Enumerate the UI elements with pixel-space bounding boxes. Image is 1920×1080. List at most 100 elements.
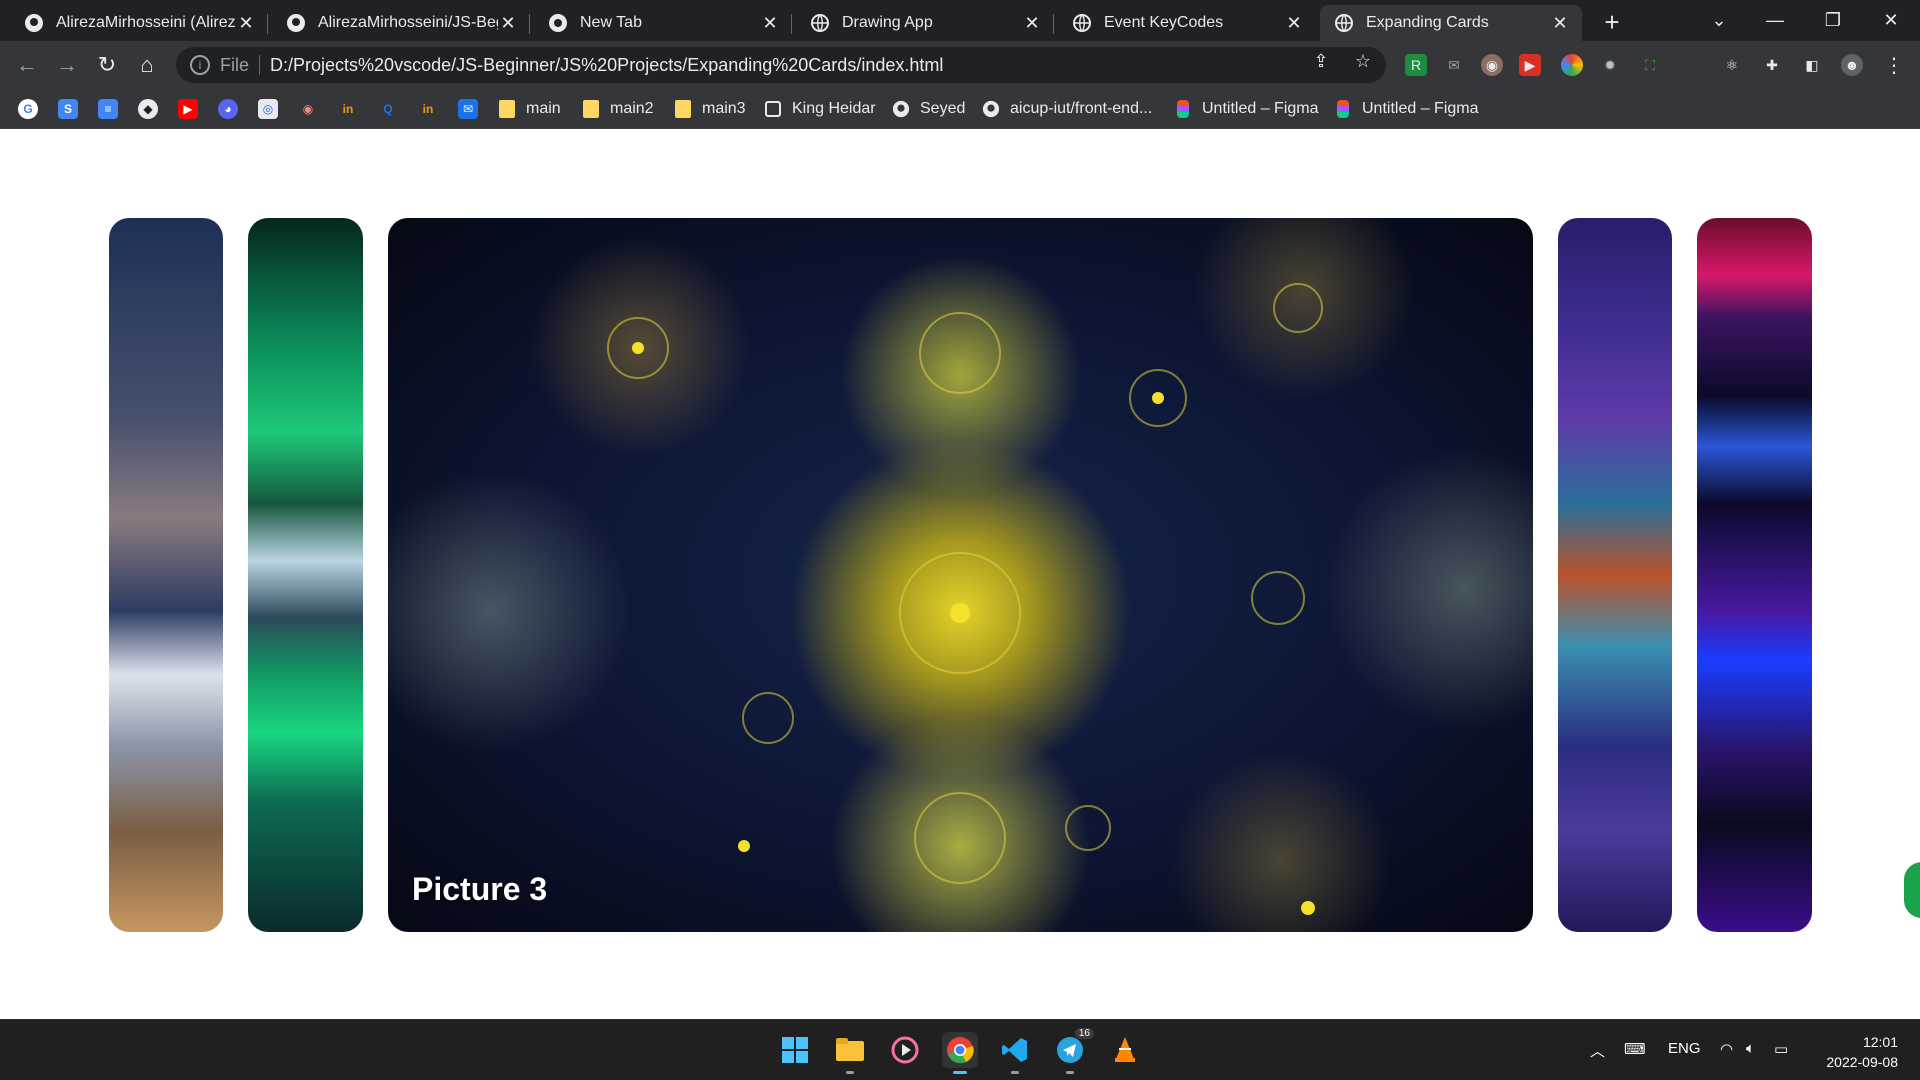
card-panel-2[interactable]	[248, 218, 363, 932]
running-indicator	[846, 1071, 854, 1074]
close-icon[interactable]: ✕	[760, 13, 780, 33]
screenshot-extension-icon[interactable]: ⛶	[1639, 54, 1661, 76]
vscode-icon[interactable]	[997, 1032, 1033, 1074]
card-panel-1[interactable]	[109, 218, 223, 932]
show-hidden-icons[interactable]: ︿	[1590, 1040, 1605, 1061]
folder-icon	[674, 100, 692, 118]
close-icon[interactable]: ✕	[498, 13, 518, 33]
card-panel-3-active[interactable]: Picture 3	[388, 218, 1533, 932]
address-bar[interactable]: i File D:/Projects%20vscode/JS-Beginner/…	[176, 47, 1386, 83]
bookmark-aicup[interactable]: aicup-iut/front-end...	[982, 97, 1152, 121]
system-clock[interactable]: 12:01 2022-09-08	[1826, 1032, 1898, 1072]
github-icon	[982, 100, 1000, 118]
browser-toolbar: ← → ↻ ⌂ i File D:/Projects%20vscode/JS-B…	[0, 41, 1920, 89]
close-icon[interactable]: ✕	[1550, 13, 1570, 33]
bookmark-star-icon[interactable]: ☆	[1352, 50, 1374, 72]
card-panel-4[interactable]	[1558, 218, 1672, 932]
puzzle-extensions-icon[interactable]: ✚	[1761, 54, 1783, 76]
window-close-button[interactable]: ✕	[1868, 0, 1914, 41]
tab-5[interactable]: Event KeyCodes ✕	[1058, 5, 1316, 41]
media-player-icon[interactable]	[887, 1032, 923, 1068]
telegram-icon[interactable]: 16	[1052, 1028, 1094, 1074]
youtube-extension-icon[interactable]: ▶	[1519, 54, 1541, 76]
bookmark-label: Seyed	[920, 100, 966, 117]
close-icon[interactable]: ✕	[1284, 13, 1304, 33]
file-explorer-icon[interactable]	[832, 1032, 868, 1074]
forward-icon[interactable]: →	[52, 50, 82, 80]
bookmark-figma-1[interactable]: Untitled – Figma	[1174, 97, 1319, 121]
share-icon[interactable]: ⇪	[1310, 50, 1332, 72]
tab-separator	[1053, 14, 1054, 34]
new-tab-button[interactable]: +	[1598, 7, 1626, 37]
restore-button[interactable]: ❐	[1810, 0, 1856, 41]
vlc-icon[interactable]	[1107, 1032, 1143, 1068]
settings-extension-icon[interactable]: ✹	[1599, 54, 1621, 76]
close-icon[interactable]: ✕	[236, 13, 256, 33]
bookmark-main[interactable]: main	[498, 97, 561, 121]
card-panel-5[interactable]	[1697, 218, 1812, 932]
tab-title: Event KeyCodes	[1104, 14, 1224, 31]
start-menu-icon[interactable]	[777, 1032, 813, 1068]
minimize-button[interactable]: —	[1752, 0, 1798, 41]
url-text[interactable]: D:/Projects%20vscode/JS-Beginner/JS%20Pr…	[270, 55, 943, 76]
globe-icon	[1072, 13, 1092, 33]
github-icon	[892, 100, 910, 118]
extension-ro-icon[interactable]: R	[1405, 54, 1427, 76]
tab-search-icon[interactable]: ⌄	[1696, 0, 1742, 41]
volume-icon[interactable]: 🔈︎	[1746, 1040, 1755, 1057]
bookmark-seyed[interactable]: Seyed	[892, 97, 965, 121]
tab-1[interactable]: AlirezaMirhosseini (Alireza M ✕	[10, 5, 268, 41]
bookmark-main3[interactable]: main3	[674, 97, 746, 121]
bookmark-main2[interactable]: main2	[582, 97, 654, 121]
figma-icon	[1334, 100, 1352, 118]
kebab-menu-icon[interactable]: ⋮	[1883, 54, 1905, 77]
language-indicator[interactable]: ENG	[1668, 1040, 1701, 1057]
bookmark-king-heidar[interactable]: King Heidar	[764, 97, 876, 121]
info-icon[interactable]: i	[190, 55, 210, 75]
q-logo-icon[interactable]: Q	[378, 99, 398, 119]
keyboard-icon[interactable]: ⌨	[1624, 1040, 1646, 1058]
fingerprint-icon[interactable]: ◉	[298, 99, 318, 119]
floating-widget-button[interactable]	[1902, 860, 1920, 920]
in-logo-icon[interactable]: in	[338, 99, 358, 119]
tab-2[interactable]: AlirezaMirhosseini/JS-Beginn ✕	[272, 5, 530, 41]
back-icon[interactable]: ←	[12, 50, 42, 80]
tab-separator	[267, 14, 268, 34]
tab-title: New Tab	[580, 14, 642, 31]
youtube-icon[interactable]: ▶	[178, 99, 198, 119]
tab-4[interactable]: Drawing App ✕	[796, 5, 1054, 41]
wifi-icon[interactable]: ◠	[1720, 1040, 1733, 1058]
tab-6-active[interactable]: Expanding Cards ✕	[1320, 5, 1582, 41]
tab-strip: AlirezaMirhosseini (Alireza M ✕ AlirezaM…	[0, 0, 1920, 41]
github-icon	[286, 13, 306, 33]
close-icon[interactable]: ✕	[1022, 13, 1042, 33]
tab-3[interactable]: New Tab ✕	[534, 5, 792, 41]
reload-icon[interactable]: ↻	[92, 50, 122, 80]
bookmark-figma-2[interactable]: Untitled – Figma	[1334, 97, 1479, 121]
google-icon[interactable]: G	[18, 99, 38, 119]
scheme-label: File	[220, 54, 250, 75]
home-icon[interactable]: ⌂	[132, 50, 162, 80]
mail-icon[interactable]: ✉	[458, 99, 478, 119]
folder-icon	[498, 100, 516, 118]
google-sites-icon[interactable]: S	[58, 99, 78, 119]
keep-icon[interactable]: ◎	[258, 99, 278, 119]
color-picker-icon[interactable]	[1561, 54, 1583, 76]
chrome-icon	[548, 13, 568, 33]
react-devtools-icon[interactable]: ⚛	[1721, 54, 1743, 76]
battery-icon[interactable]: ▭	[1774, 1040, 1788, 1058]
in-logo-icon-2[interactable]: in	[418, 99, 438, 119]
bookmark-label: aicup-iut/front-end...	[1010, 100, 1153, 117]
clock-date: 2022-09-08	[1826, 1054, 1898, 1070]
tab-title: AlirezaMirhosseini/JS-Beginn	[318, 14, 498, 31]
owl-extension-icon[interactable]: ◉	[1481, 54, 1503, 76]
globe-icon	[810, 13, 830, 33]
windows-taskbar: 16 ︿ ⌨ ENG ◠ 🔈︎ ▭ 12:01 2022-09-08	[0, 1019, 1920, 1080]
google-docs-icon[interactable]: ≡	[98, 99, 118, 119]
mail-icon[interactable]: ✉	[1443, 54, 1465, 76]
side-panel-icon[interactable]: ◧	[1801, 54, 1823, 76]
github-icon[interactable]: ◆	[138, 99, 158, 119]
profile-avatar[interactable]: ☻	[1841, 54, 1863, 76]
discord-icon[interactable]: ◕	[218, 99, 238, 119]
chrome-taskbar-icon[interactable]	[942, 1032, 978, 1074]
